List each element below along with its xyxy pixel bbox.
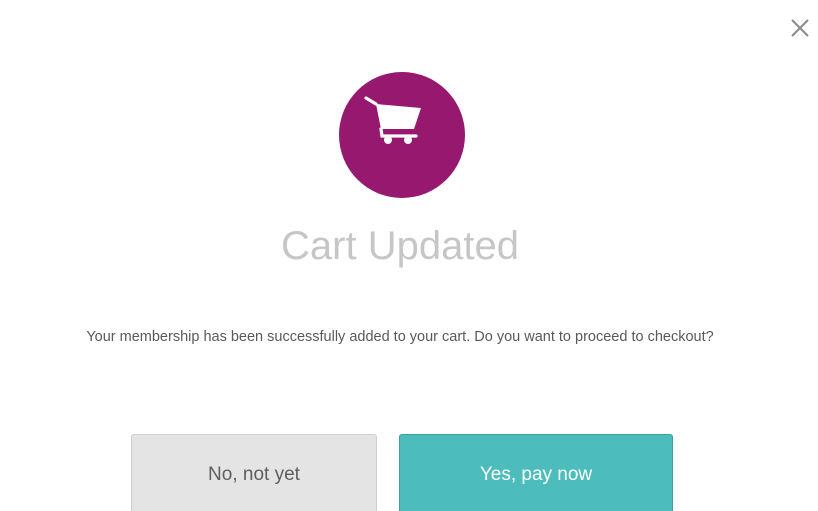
decline-button[interactable]: No, not yet xyxy=(131,434,377,511)
shopping-cart-icon xyxy=(364,96,421,144)
confirm-pay-button[interactable]: Yes, pay now xyxy=(399,434,673,511)
close-icon xyxy=(791,19,809,37)
dialog-title: Cart Updated xyxy=(281,224,519,268)
dialog-message: Your membership has been successfully ad… xyxy=(86,329,714,345)
close-button[interactable] xyxy=(785,13,815,43)
cart-icon-badge xyxy=(339,72,465,198)
cart-updated-dialog: Cart Updated Your membership has been su… xyxy=(0,0,818,511)
